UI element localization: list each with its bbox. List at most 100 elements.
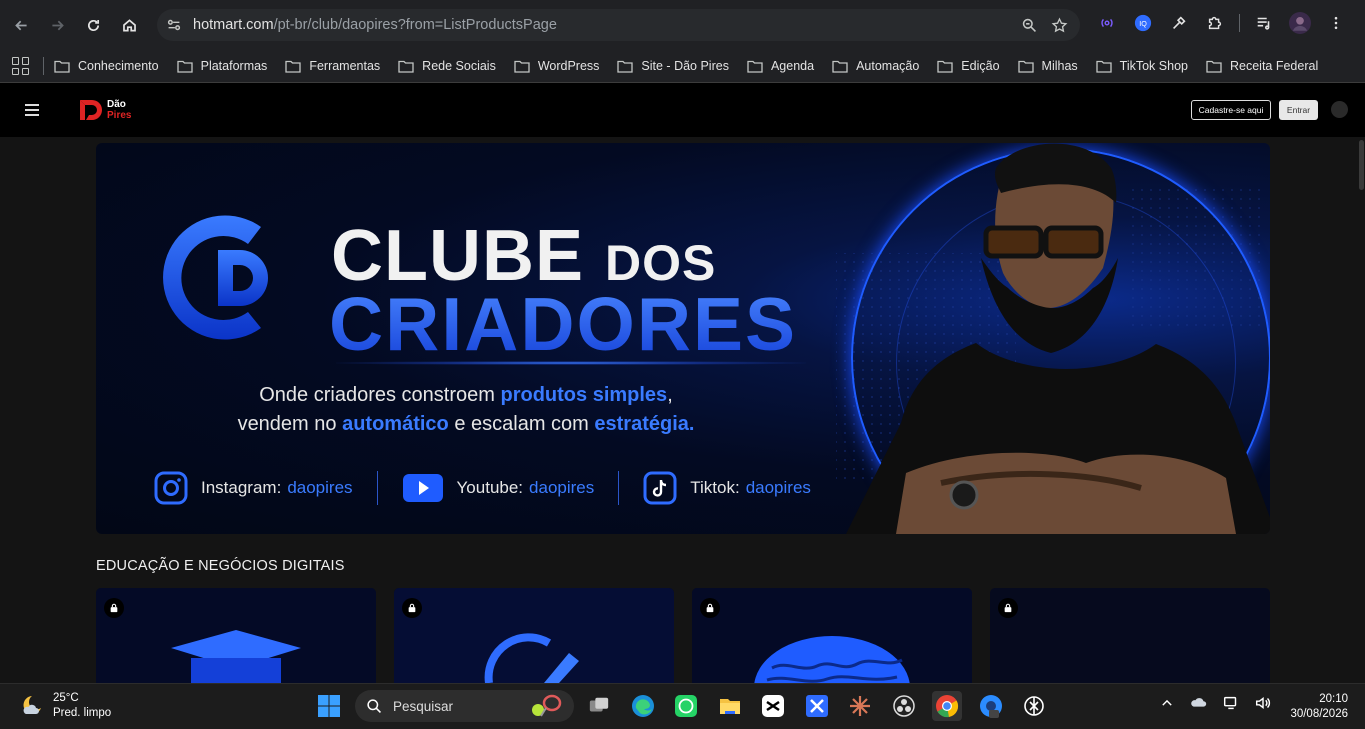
- instagram-label: Instagram:: [201, 478, 282, 497]
- banner-glow-line: [336, 361, 806, 365]
- product-card[interactable]: [990, 588, 1270, 683]
- social-divider: [618, 471, 620, 505]
- extension-audio-icon[interactable]: [1095, 11, 1119, 35]
- eyedropper-icon[interactable]: [1167, 11, 1191, 35]
- extension-iq-icon[interactable]: IQ: [1131, 11, 1155, 35]
- product-card[interactable]: [96, 588, 376, 683]
- graduation-cap-image: [96, 588, 376, 683]
- bookmark-label: Rede Sociais: [422, 59, 496, 73]
- reload-button[interactable]: [78, 10, 108, 40]
- bookmark-folder[interactable]: WordPress: [514, 59, 600, 73]
- forward-button[interactable]: [42, 10, 72, 40]
- task-view-icon[interactable]: [584, 691, 614, 721]
- weather-widget[interactable]: 25°C Pred. limpo: [18, 691, 111, 721]
- file-explorer-icon[interactable]: [715, 691, 745, 721]
- url-path: /pt-br/club/daopires?from=ListProductsPa…: [273, 17, 557, 33]
- capcut-icon[interactable]: [758, 691, 788, 721]
- chrome-profile-icon[interactable]: [976, 691, 1006, 721]
- bookmark-folder[interactable]: Receita Federal: [1206, 59, 1318, 73]
- chrome-icon[interactable]: [932, 691, 962, 721]
- bookmark-star-icon[interactable]: [1048, 14, 1070, 36]
- menu-hamburger-icon[interactable]: [25, 104, 39, 116]
- product-card[interactable]: [692, 588, 972, 683]
- instagram-info: Instagram: daopires: [154, 471, 353, 505]
- bookmark-folder[interactable]: Plataformas: [176, 59, 268, 73]
- apps-grid-icon[interactable]: [12, 57, 30, 75]
- app-x-icon[interactable]: [802, 691, 832, 721]
- chatgpt-icon[interactable]: [1019, 691, 1049, 721]
- bookmark-folder[interactable]: Site - Dão Pires: [617, 59, 729, 73]
- youtube-icon: [402, 474, 443, 502]
- bookmarks-divider: [43, 57, 44, 75]
- zoom-icon[interactable]: [1018, 14, 1040, 36]
- signup-button[interactable]: Cadastre-se aqui: [1191, 100, 1271, 120]
- bookmark-label: Plataformas: [200, 59, 268, 73]
- onedrive-icon[interactable]: [1190, 694, 1208, 712]
- brain-image: [692, 588, 972, 683]
- folder-icon: [1017, 60, 1034, 73]
- logo-text-line2: Pires: [107, 110, 132, 121]
- login-button[interactable]: Entrar: [1279, 100, 1318, 120]
- scrollbar-track[interactable]: [1357, 137, 1365, 683]
- site-settings-icon[interactable]: [165, 16, 183, 34]
- bookmark-folder[interactable]: Milhas: [1017, 59, 1078, 73]
- extensions-puzzle-icon[interactable]: [1203, 11, 1227, 35]
- clock-date: 30/08/2026: [1290, 708, 1348, 720]
- bookmark-folder[interactable]: Automação: [832, 59, 919, 73]
- youtube-info: Youtube: daopires: [402, 471, 594, 505]
- svg-text:IQ: IQ: [1139, 19, 1147, 28]
- lock-icon: [104, 598, 124, 618]
- bookmark-folder[interactable]: Ferramentas: [285, 59, 380, 73]
- taskbar-search[interactable]: Pesquisar: [355, 690, 574, 722]
- system-clock[interactable]: 20:10 30/08/2026: [1283, 692, 1348, 722]
- network-icon[interactable]: [1222, 694, 1240, 712]
- clock-time: 20:10: [1319, 693, 1348, 705]
- bookmark-list: Conhecimento Plataformas Ferramentas Rede S…: [54, 59, 1336, 73]
- tiktok-icon: [643, 471, 677, 505]
- bookmark-label: Automação: [856, 59, 920, 73]
- instagram-handle: daopires: [287, 478, 353, 497]
- browser-menu-icon[interactable]: [1324, 11, 1348, 35]
- claude-icon[interactable]: [845, 691, 875, 721]
- logo-text-line1: Dão: [107, 99, 126, 110]
- site-logo[interactable]: Dão Pires: [78, 97, 131, 123]
- back-button[interactable]: [6, 10, 36, 40]
- windows-taskbar: 25°C Pred. limpo Pesquisar 20:10 30/08/2…: [0, 683, 1365, 729]
- chevron-up-icon[interactable]: [1158, 694, 1176, 712]
- obs-icon[interactable]: [889, 691, 919, 721]
- url-host: hotmart.com: [193, 17, 274, 33]
- url-text[interactable]: hotmart.com/pt-br/club/daopires?from=Lis…: [193, 17, 557, 33]
- edge-icon[interactable]: [628, 691, 658, 721]
- tiktok-info: Tiktok: daopires: [643, 471, 811, 505]
- windows-start-icon[interactable]: [314, 691, 344, 721]
- instagram-icon: [154, 471, 188, 505]
- creator-portrait: [846, 143, 1270, 534]
- bookmark-label: Milhas: [1041, 59, 1078, 73]
- whatsapp-icon[interactable]: [671, 691, 701, 721]
- media-control-icon[interactable]: [1252, 11, 1276, 35]
- dao-pires-logo-icon: [80, 100, 102, 120]
- scrollbar-thumb[interactable]: [1359, 140, 1364, 190]
- bookmark-label: Site - Dão Pires: [641, 59, 729, 73]
- bookmark-label: Receita Federal: [1229, 59, 1319, 73]
- folder-icon: [937, 60, 953, 73]
- volume-icon[interactable]: [1254, 694, 1272, 712]
- folder-icon: [176, 60, 193, 73]
- address-bar[interactable]: hotmart.com/pt-br/club/daopires?from=Lis…: [157, 9, 1080, 41]
- banner-tagline: Onde criadores constroem produtos simple…: [186, 381, 746, 439]
- tiktok-label: Tiktok:: [690, 478, 740, 497]
- profile-avatar[interactable]: [1288, 11, 1312, 35]
- bookmark-folder[interactable]: Agenda: [747, 59, 814, 73]
- bookmark-folder[interactable]: Conhecimento: [54, 59, 159, 73]
- product-card[interactable]: [394, 588, 674, 683]
- bookmark-label: WordPress: [537, 59, 600, 73]
- home-button[interactable]: [114, 10, 144, 40]
- folder-icon: [617, 60, 634, 73]
- bookmark-folder[interactable]: TikTok Shop: [1096, 59, 1188, 73]
- user-avatar[interactable]: [1331, 101, 1348, 118]
- tagline-part: vendem no: [237, 413, 343, 435]
- bookmark-folder[interactable]: Edição: [937, 59, 1000, 73]
- tagline-highlight: produtos simples: [500, 384, 668, 406]
- bookmark-folder[interactable]: Rede Sociais: [398, 59, 496, 73]
- tagline-part: ,: [667, 384, 673, 406]
